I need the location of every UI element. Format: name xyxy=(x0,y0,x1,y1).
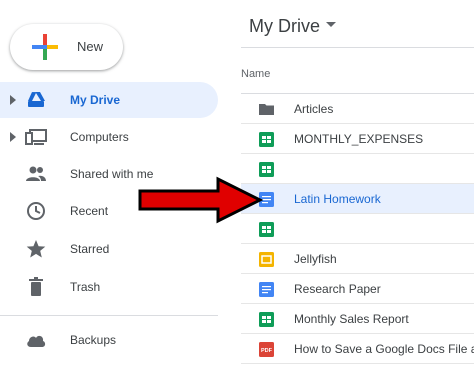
cloud-icon xyxy=(27,335,46,347)
main-content: My Drive Name Articles MONTHLY_EXPENSES xyxy=(228,0,474,369)
sidebar-item-my-drive[interactable]: My Drive xyxy=(0,82,218,118)
docs-icon xyxy=(259,282,274,297)
file-row[interactable]: Research Paper xyxy=(241,274,474,304)
file-name: Articles xyxy=(294,102,334,116)
folder-icon xyxy=(259,104,274,115)
red-arrow-annotation xyxy=(138,176,264,224)
sidebar-item-label: Starred xyxy=(70,242,110,256)
sidebar-item-label: Computers xyxy=(70,130,129,144)
file-name: Latin Homework xyxy=(294,192,381,206)
sidebar-item-label: My Drive xyxy=(70,93,121,107)
file-name: Monthly Sales Report xyxy=(294,312,409,326)
chevron-down-icon[interactable] xyxy=(326,22,336,27)
column-header-name[interactable]: Name xyxy=(241,68,270,80)
sheets-icon xyxy=(259,132,274,147)
plus-icon xyxy=(32,34,58,60)
my-drive-icon xyxy=(28,92,45,107)
sidebar-item-trash[interactable]: Trash xyxy=(0,269,218,305)
file-row[interactable]: Monthly Sales Report xyxy=(241,304,474,334)
new-button-label: New xyxy=(77,39,104,54)
file-row[interactable]: PDF How to Save a Google Docs File a xyxy=(241,334,474,364)
new-button[interactable]: New xyxy=(10,24,123,70)
expand-caret-icon[interactable] xyxy=(10,95,16,105)
file-row[interactable]: Jellyfish xyxy=(241,244,474,274)
page-title[interactable]: My Drive xyxy=(249,16,320,37)
file-name: How to Save a Google Docs File a xyxy=(294,342,474,356)
trash-icon xyxy=(29,277,43,296)
sidebar-divider xyxy=(0,315,218,316)
computers-icon xyxy=(25,129,47,145)
file-name: MONTHLY_EXPENSES xyxy=(294,132,424,146)
sidebar-item-computers[interactable]: Computers xyxy=(0,119,218,155)
svg-text:PDF: PDF xyxy=(261,348,273,354)
clock-icon xyxy=(27,202,45,220)
expand-caret-icon[interactable] xyxy=(10,132,16,142)
pdf-icon: PDF xyxy=(259,342,274,357)
file-row-selected[interactable]: Latin Homework xyxy=(241,184,474,214)
sidebar-item-label: Recent xyxy=(70,204,109,218)
sidebar-item-backups[interactable]: Backups xyxy=(0,322,218,358)
slides-icon xyxy=(259,252,274,267)
file-name: Research Paper xyxy=(294,282,381,296)
sheets-icon xyxy=(259,312,274,327)
file-row[interactable] xyxy=(241,154,474,184)
file-row[interactable]: MONTHLY_EXPENSES xyxy=(241,124,474,154)
file-row[interactable]: Articles xyxy=(241,94,474,124)
header-divider xyxy=(241,47,474,48)
sidebar-item-label: Backups xyxy=(70,333,117,347)
file-name: Jellyfish xyxy=(294,252,337,266)
sidebar-item-label: Trash xyxy=(70,280,101,294)
people-icon xyxy=(26,166,46,181)
star-icon xyxy=(26,240,46,258)
file-row[interactable] xyxy=(241,214,474,244)
sidebar-item-starred[interactable]: Starred xyxy=(0,231,218,267)
